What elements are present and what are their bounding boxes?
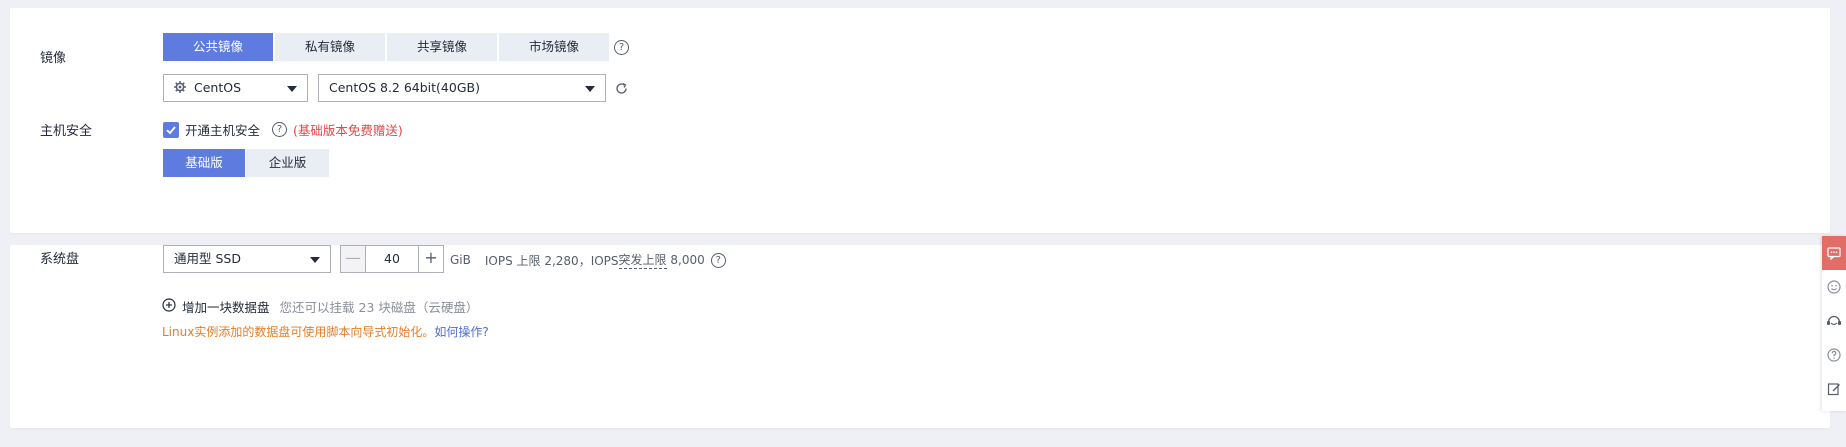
host-security-note: (基础版本免费赠送) bbox=[293, 123, 403, 138]
disk-size-stepper: — 40 + bbox=[340, 245, 444, 273]
tab-public-image[interactable]: 公共镜像 bbox=[163, 33, 273, 61]
iops-prefix: IOPS 上限 2,280，IOPS bbox=[484, 253, 619, 268]
linux-init-note: Linux实例添加的数据盘可使用脚本向导式初始化。 bbox=[162, 325, 435, 339]
edition-tabs: 基础版 企业版 bbox=[163, 149, 329, 177]
iops-help-icon[interactable]: ? bbox=[710, 252, 726, 268]
tab-private-image[interactable]: 私有镜像 bbox=[275, 33, 385, 61]
increment-button[interactable]: + bbox=[418, 245, 444, 273]
iops-info: GiB IOPS 上限 2,280，IOPS 突发上限 8,000 ? bbox=[450, 251, 726, 269]
iops-burst-label[interactable]: 突发上限 bbox=[618, 251, 667, 269]
image-version-value: CentOS 8.2 64bit(40GB) bbox=[329, 80, 480, 95]
chevron-down-icon bbox=[310, 257, 320, 263]
add-data-disk-hint: 您还可以挂载 23 块磁盘（云硬盘） bbox=[279, 300, 479, 315]
tab-basic-edition[interactable]: 基础版 bbox=[163, 149, 245, 177]
tab-enterprise-edition[interactable]: 企业版 bbox=[246, 149, 329, 177]
floating-help-sidebar bbox=[1822, 236, 1846, 411]
add-circle-icon[interactable] bbox=[162, 298, 176, 315]
image-config-card: 镜像 公共镜像 私有镜像 共享镜像 市场镜像 ? CentOS CentOS 8… bbox=[10, 8, 1830, 233]
linux-init-note-row: Linux实例添加的数据盘可使用脚本向导式初始化。如何操作? bbox=[162, 323, 489, 340]
checkmark-icon bbox=[166, 125, 176, 134]
chat-icon[interactable] bbox=[1822, 236, 1846, 270]
host-security-row: 开通主机安全 ? (基础版本免费赠送) bbox=[163, 120, 403, 139]
image-type-tabs: 公共镜像 私有镜像 共享镜像 市场镜像 bbox=[163, 33, 609, 61]
system-disk-label: 系统盘 bbox=[40, 252, 80, 267]
image-version-select[interactable]: CentOS 8.2 64bit(40GB) bbox=[318, 74, 606, 102]
host-security-checkbox-label[interactable]: 开通主机安全 bbox=[185, 120, 260, 139]
smiley-icon[interactable] bbox=[1822, 270, 1846, 304]
image-help-icon[interactable]: ? bbox=[614, 40, 629, 55]
gear-icon bbox=[174, 76, 186, 102]
how-to-link[interactable]: 如何操作? bbox=[434, 325, 488, 339]
host-security-label: 主机安全 bbox=[40, 124, 93, 139]
decrement-button[interactable]: — bbox=[340, 245, 366, 273]
headset-icon[interactable] bbox=[1822, 304, 1846, 338]
disk-unit: GiB bbox=[450, 253, 471, 267]
iops-burst-value: 8,000 bbox=[666, 253, 705, 267]
host-security-checkbox[interactable] bbox=[163, 121, 179, 138]
tab-shared-image[interactable]: 共享镜像 bbox=[387, 33, 497, 61]
question-icon[interactable] bbox=[1822, 338, 1846, 372]
os-select[interactable]: CentOS bbox=[163, 74, 308, 102]
tab-market-image[interactable]: 市场镜像 bbox=[499, 33, 609, 61]
image-label: 镜像 bbox=[40, 51, 67, 66]
host-security-help-icon[interactable]: ? bbox=[272, 122, 288, 137]
disk-type-select[interactable]: 通用型 SSD bbox=[163, 245, 331, 273]
add-data-disk-button[interactable]: 增加一块数据盘 bbox=[182, 297, 270, 316]
add-data-disk-row: 增加一块数据盘 您还可以挂载 23 块磁盘（云硬盘） bbox=[162, 297, 478, 316]
chevron-down-icon bbox=[287, 86, 297, 92]
edit-icon[interactable] bbox=[1822, 372, 1846, 406]
os-select-value: CentOS bbox=[193, 80, 241, 95]
disk-type-value: 通用型 SSD bbox=[174, 251, 241, 266]
chevron-down-icon bbox=[585, 86, 595, 92]
disk-size-input[interactable]: 40 bbox=[366, 245, 418, 273]
refresh-icon[interactable] bbox=[615, 82, 628, 99]
